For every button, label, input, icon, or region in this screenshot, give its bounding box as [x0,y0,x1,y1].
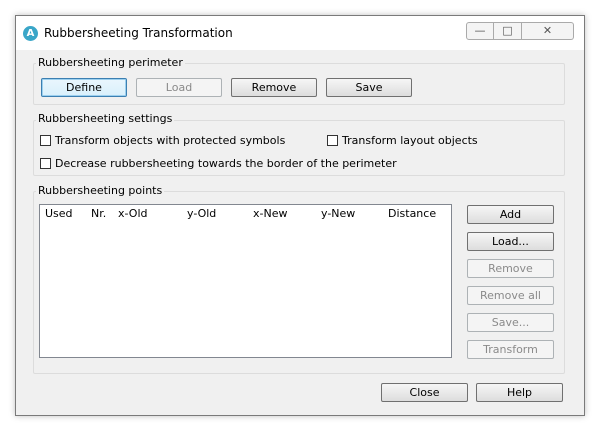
column-header-x-new[interactable]: x-New [253,207,287,220]
save-perimeter-button[interactable]: Save [326,78,412,97]
dialog-window: A Rubbersheeting Transformation — □ ✕ Ru… [15,15,585,416]
define-button[interactable]: Define [41,78,127,97]
maximize-icon[interactable]: □ [494,22,522,40]
layout-objects-checkbox[interactable]: Transform layout objects [327,134,478,148]
column-header-y-new[interactable]: y-New [321,207,355,220]
add-point-button[interactable]: Add [467,205,554,224]
checkbox-box[interactable] [327,135,338,146]
remove-all-points-button[interactable]: Remove all [467,286,554,305]
help-button[interactable]: Help [476,383,563,402]
remove-perimeter-button[interactable]: Remove [231,78,317,97]
decrease-border-checkbox[interactable]: Decrease rubbersheeting towards the bord… [40,157,397,171]
points-group-label: Rubbersheeting points [36,184,165,197]
load-points-button[interactable]: Load... [467,232,554,251]
column-header-used[interactable]: Used [45,207,73,220]
perimeter-group-label: Rubbersheeting perimeter [36,56,185,69]
close-icon[interactable]: ✕ [522,22,574,40]
app-logo-icon: A [23,26,38,41]
column-header-y-old[interactable]: y-Old [187,207,216,220]
settings-group-label: Rubbersheeting settings [36,112,175,125]
column-header-distance[interactable]: Distance [388,207,436,220]
checkbox-box[interactable] [40,135,51,146]
title-bar[interactable]: A Rubbersheeting Transformation — □ ✕ [16,16,584,50]
save-points-button[interactable]: Save... [467,313,554,332]
load-perimeter-button[interactable]: Load [136,78,222,97]
close-button[interactable]: Close [381,383,468,402]
protected-symbols-checkbox[interactable]: Transform objects with protected symbols [40,134,285,148]
transform-button[interactable]: Transform [467,340,554,359]
column-header-nr[interactable]: Nr. [91,207,106,220]
protected-symbols-label: Transform objects with protected symbols [55,134,286,147]
column-header-x-old[interactable]: x-Old [118,207,147,220]
minimize-icon[interactable]: — [466,22,494,40]
checkbox-box[interactable] [40,158,51,169]
decrease-border-label: Decrease rubbersheeting towards the bord… [55,157,397,170]
layout-objects-label: Transform layout objects [342,134,478,147]
window-title: Rubbersheeting Transformation [44,26,233,40]
remove-point-button[interactable]: Remove [467,259,554,278]
points-list[interactable]: Used Nr. x-Old y-Old x-New y-New Distanc… [39,204,452,358]
